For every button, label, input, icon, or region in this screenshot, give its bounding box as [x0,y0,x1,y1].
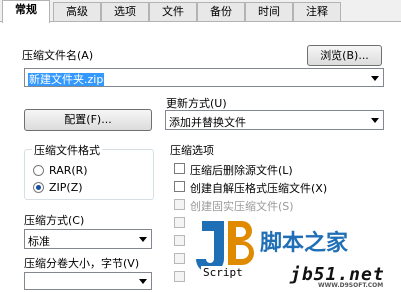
chevron-down-icon[interactable] [371,75,379,81]
method-combo[interactable]: 标准 [24,229,152,249]
chevron-down-icon[interactable] [139,237,147,242]
chevron-down-icon[interactable] [371,118,379,123]
zip-radio-label[interactable]: ZIP(Z) [49,181,83,194]
update-mode-value: 添加并替换文件 [169,116,246,129]
browse-button[interactable]: 浏览(B)... [307,45,382,66]
option-checkbox-7 [174,271,185,282]
zip-radio[interactable] [33,182,44,193]
tab-backup[interactable]: 备份 [197,2,245,21]
watermark-small: WWW.D9SOFT.COM [318,282,384,289]
watermark-title: 脚本之家 [260,231,349,256]
tab-options[interactable]: 选项 [101,2,149,21]
delete-after-label[interactable]: 压缩后删除源文件(L) [190,162,293,178]
option-checkbox-6 [174,253,185,264]
option-checkbox-4 [174,217,185,228]
solid-checkbox [174,199,185,210]
tab-time[interactable]: 时间 [245,2,293,21]
tab-advanced[interactable]: 高级 [53,2,101,21]
volume-label: 压缩分卷大小，字节(V) [24,257,140,270]
sfx-label[interactable]: 创建自解压格式压缩文件(X) [190,180,327,196]
tab-general[interactable]: 常规 [2,0,50,23]
archive-name-combo[interactable]: 新建文件夹.zip [24,68,384,87]
tab-bar: 常规 高级 选项 文件 备份 时间 注释 [0,0,401,23]
format-group-title: 压缩文件格式 [32,142,102,158]
delete-after-checkbox[interactable] [174,163,185,174]
script-badge: Script [201,266,245,279]
profiles-button[interactable]: 配置(F)... [24,109,152,131]
tab-comment[interactable]: 注释 [293,2,341,21]
sfx-checkbox[interactable] [174,181,185,192]
general-panel: 压缩文件名(A) 浏览(B)... 新建文件夹.zip 更新方式(U) 配置(F… [0,21,401,292]
volume-combo[interactable] [24,272,152,290]
method-value: 标准 [28,235,50,248]
rar-radio[interactable] [33,165,44,176]
chevron-down-icon[interactable] [139,279,147,284]
update-mode-label: 更新方式(U) [166,97,227,110]
update-mode-combo[interactable]: 添加并替换文件 [165,110,384,130]
rar-radio-label[interactable]: RAR(R) [49,164,88,177]
archive-name-value: 新建文件夹.zip [28,73,105,86]
option-checkbox-5 [174,235,185,246]
solid-label: 创建固实压缩文件(S) [190,200,294,213]
options-group-title: 压缩选项 [170,144,214,157]
method-label: 压缩方式(C) [24,214,85,227]
archive-name-label: 压缩文件名(A) [22,49,94,62]
tab-files[interactable]: 文件 [149,2,197,21]
